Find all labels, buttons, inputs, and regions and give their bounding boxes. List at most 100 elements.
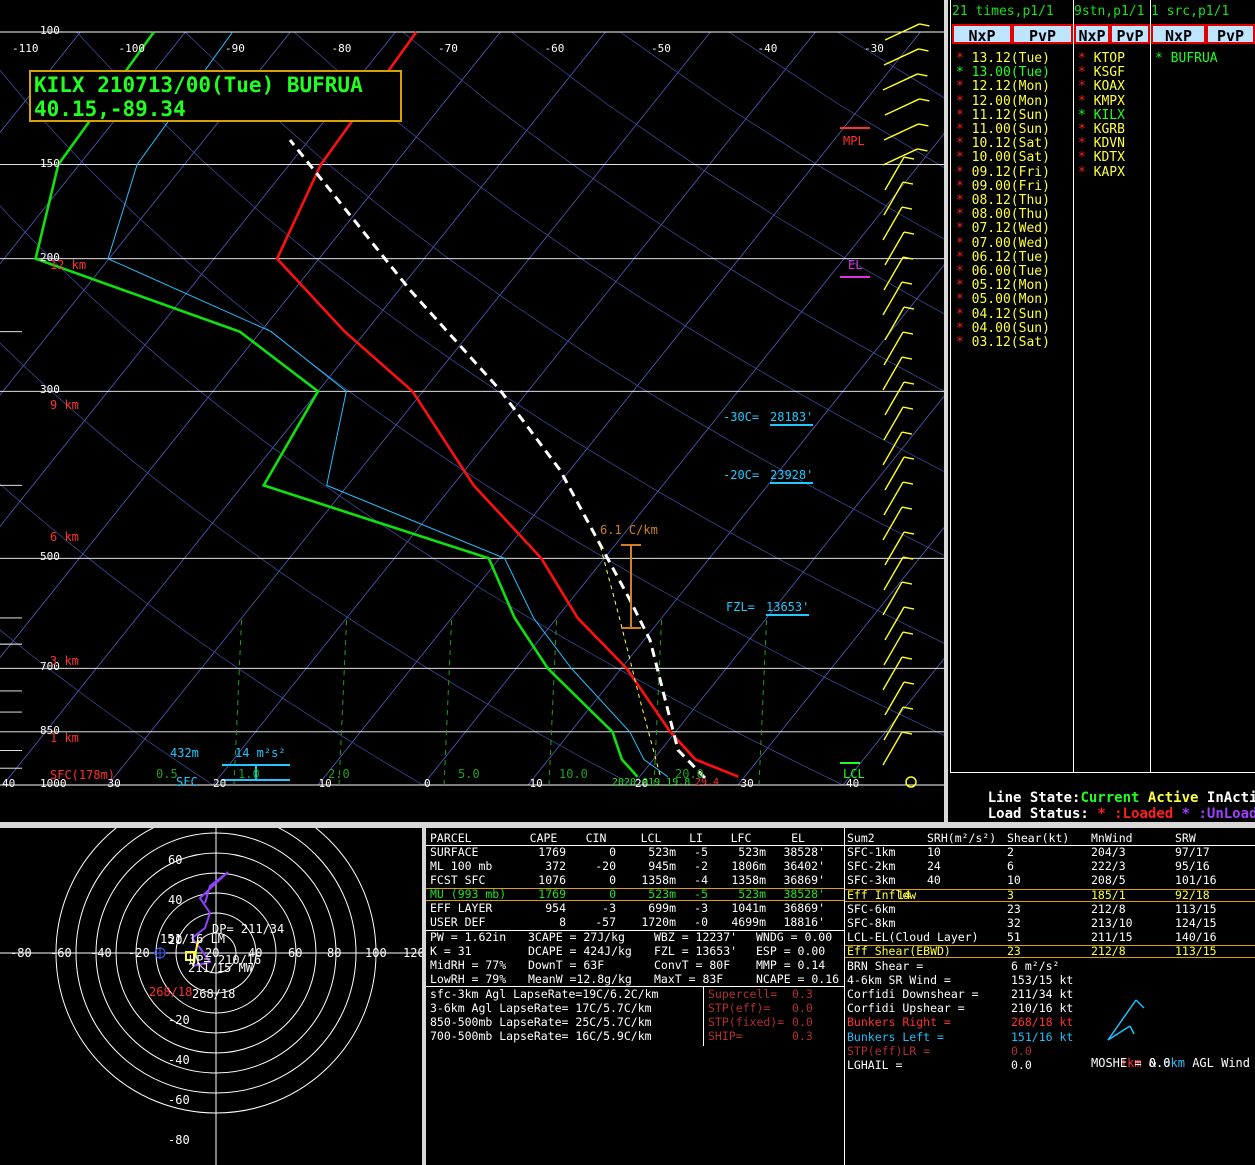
times-item[interactable]: * 04.12(Sun) xyxy=(956,307,1050,322)
wind-barb xyxy=(884,98,920,116)
dry-adiabat-line xyxy=(0,69,944,736)
times-item[interactable]: * 11.00(Sun) xyxy=(956,123,1050,137)
list-item-marker: * xyxy=(1078,122,1086,137)
stations-item[interactable]: * KMPX xyxy=(1078,94,1125,109)
parcel-cell: 36869' xyxy=(783,873,825,887)
wind-barb-flag xyxy=(902,181,914,185)
mixing-ratio-label: 5.0 xyxy=(458,767,480,781)
mixing-ratio-label: 2.0 xyxy=(328,767,350,781)
times-item[interactable]: * 13.12(Tue) xyxy=(956,52,1050,66)
loaded-legend: * :Loaded xyxy=(1097,806,1174,822)
wind-barb-flag xyxy=(901,356,913,360)
parcel-cell: 1076 xyxy=(538,873,566,887)
times-item[interactable]: * 07.12(Wed) xyxy=(956,222,1050,236)
kinematics-extra-value: 211/34 kt xyxy=(1011,987,1074,1002)
wind-barb xyxy=(882,73,918,91)
parcel-cell: -2 xyxy=(694,859,708,873)
mixing-ratio-line xyxy=(338,617,348,786)
list-item-label: 08.00(Thu) xyxy=(971,207,1050,223)
stations-item[interactable]: * KGRB xyxy=(1078,123,1125,137)
stations-item[interactable]: * KDVN xyxy=(1078,137,1125,151)
kinematics-extra-value: 151/16 kt xyxy=(1011,1029,1074,1044)
list-item-label: KGRB xyxy=(1093,122,1125,137)
times-item[interactable]: * 09.00(Fri) xyxy=(956,178,1050,194)
stations-item[interactable]: * KSGF xyxy=(1078,66,1125,80)
mixing-ratio-label: 1.0 xyxy=(238,767,260,781)
wind-barb xyxy=(883,123,919,141)
times-prev-page-button[interactable]: PvP xyxy=(1012,24,1073,45)
parcel-cell: 1041m xyxy=(731,901,766,915)
list-item-marker: * xyxy=(956,292,964,308)
list-item-marker: * xyxy=(1078,65,1086,81)
kinematics-cell: SFC-6km xyxy=(847,901,896,916)
hodo-rm-label: 268/18 xyxy=(192,987,236,1001)
stations-item[interactable]: * KILX xyxy=(1078,108,1125,123)
kinematics-extra-value: 210/16 kt xyxy=(1011,1001,1074,1016)
wind-barb-flag xyxy=(918,48,929,52)
times-item[interactable]: * 05.00(Mon) xyxy=(956,293,1050,307)
parcel-cell: 8 xyxy=(559,915,566,929)
stations-item[interactable]: * KTOP xyxy=(1078,52,1125,66)
times-item[interactable]: * 10.12(Sat) xyxy=(956,137,1050,151)
stations-item[interactable]: * KDTX xyxy=(1078,151,1125,165)
skewt-title: KILX 210713/00(Tue) BUFRUA xyxy=(34,73,363,97)
skewt-title-box: KILX 210713/00(Tue) BUFRUA 40.15,-89.34 xyxy=(29,70,402,122)
list-item-label: 07.00(Wed) xyxy=(971,235,1050,251)
parcel-cell: 1720m xyxy=(641,915,676,929)
hodograph-x-label: -60 xyxy=(50,946,72,960)
times-item[interactable]: * 12.12(Mon) xyxy=(956,80,1050,94)
times-next-page-button[interactable]: NxP xyxy=(952,24,1012,45)
list-item-marker: * xyxy=(956,264,964,279)
parcel-header: EL xyxy=(791,831,805,845)
minus30-value: 28183' xyxy=(770,410,814,426)
minus20-label: -20C= xyxy=(723,468,760,482)
hodograph-y-label: -60 xyxy=(168,1093,190,1107)
times-item[interactable]: * 06.00(Tue) xyxy=(956,265,1050,279)
parcel-cell: 372 xyxy=(545,859,566,873)
parcel-cell: EFF LAYER xyxy=(430,901,493,915)
kinematics-cell: 211/15 xyxy=(1091,930,1133,945)
times-item[interactable]: * 04.00(Sun) xyxy=(956,320,1050,336)
times-item[interactable]: * 06.12(Tue) xyxy=(956,250,1050,265)
stations-prev-page-button[interactable]: PvP xyxy=(1110,24,1150,45)
times-item[interactable]: * 12.00(Mon) xyxy=(956,94,1050,109)
list-item-marker: * xyxy=(956,221,964,237)
kinematics-cell: 212/8 xyxy=(1091,944,1126,959)
stations-next-page-button[interactable]: NxP xyxy=(1074,24,1110,45)
top-temp-label: -70 xyxy=(438,42,458,55)
sources-item[interactable]: * BUFRUA xyxy=(1155,52,1218,66)
pressure-label: 100 xyxy=(40,24,60,37)
kinematics-extra-label: BRN Shear = xyxy=(847,959,924,973)
kinematics-cell: 6 xyxy=(1007,859,1014,874)
top-temp-label: -60 xyxy=(544,42,565,55)
dry-adiabat-line xyxy=(511,31,944,315)
stations-item[interactable]: * KAPX xyxy=(1078,165,1125,180)
wind-barb-flag xyxy=(901,731,913,735)
list-item-label: 09.00(Fri) xyxy=(971,178,1050,194)
parcel-cell: 36869' xyxy=(783,901,825,915)
kinematics-cell: 213/10 xyxy=(1091,916,1133,930)
times-item[interactable]: * 13.00(Tue) xyxy=(956,66,1050,80)
stations-item[interactable]: * KOAX xyxy=(1078,80,1125,94)
top-temp-label: -30 xyxy=(864,42,884,55)
times-item[interactable]: * 08.12(Thu) xyxy=(956,194,1050,208)
times-item[interactable]: * 03.12(Sat) xyxy=(956,336,1050,350)
kinematics-cell: SFC-8km xyxy=(847,916,896,930)
times-item[interactable]: * 09.12(Fri) xyxy=(956,165,1050,180)
list-item-marker: * xyxy=(956,136,964,152)
wind-barb-flag xyxy=(917,73,928,77)
times-item[interactable]: * 10.00(Sat) xyxy=(956,151,1050,165)
lapse-rate-row: 700-500mb LapseRate= 16C/5.9C/km xyxy=(430,1029,652,1043)
parcel-cell: -3 xyxy=(602,901,616,915)
kinematics-cell: 113/15 xyxy=(1175,901,1217,916)
times-item[interactable]: * 07.00(Wed) xyxy=(956,235,1050,251)
times-item[interactable]: * 05.12(Mon) xyxy=(956,279,1050,293)
sources-prev-page-button[interactable]: PvP xyxy=(1206,24,1255,45)
kinematics-cell: SFC-1km xyxy=(847,845,896,859)
times-item[interactable]: * 08.00(Thu) xyxy=(956,208,1050,222)
kinematics-cell: 124/15 xyxy=(1175,916,1217,930)
list-item-label: 04.00(Sun) xyxy=(971,320,1050,336)
times-item[interactable]: * 11.12(Sun) xyxy=(956,108,1050,123)
list-item-label: KOAX xyxy=(1093,79,1125,95)
sources-next-page-button[interactable]: NxP xyxy=(1151,24,1206,45)
